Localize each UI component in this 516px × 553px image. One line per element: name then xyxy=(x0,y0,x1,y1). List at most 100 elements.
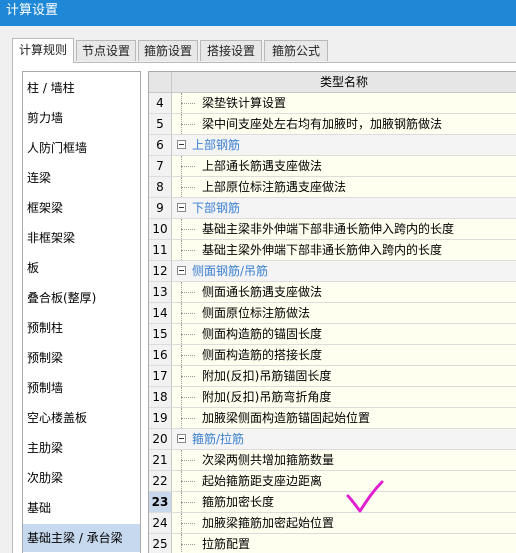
sidebar-item[interactable]: 框架梁 xyxy=(23,194,140,222)
tree-guide-line xyxy=(181,166,195,167)
sidebar-item[interactable]: 次肋梁 xyxy=(23,464,140,492)
collapse-toggle-icon[interactable] xyxy=(177,140,186,149)
tree-guide-line xyxy=(181,502,195,503)
table-row[interactable]: 25 拉筋配置 xyxy=(149,534,516,553)
table-row[interactable]: 23 箍筋加密长度 xyxy=(149,492,516,513)
type-name-cell[interactable]: 基础主梁非外伸端下部非通长筋伸入跨内的长度 xyxy=(172,219,516,239)
type-name-cell[interactable]: 附加(反扣)吊筋锚固长度 xyxy=(172,366,516,386)
row-number: 10 xyxy=(149,219,172,239)
row-number: 24 xyxy=(149,513,172,533)
table-row[interactable]: 24 加腋梁箍筋加密起始位置 xyxy=(149,513,516,534)
setting-label: 箍筋加密长度 xyxy=(202,495,275,509)
type-name-cell[interactable]: 拉筋配置 xyxy=(172,534,516,553)
setting-label: 加腋梁箍筋加密起始位置 xyxy=(202,516,335,530)
collapse-toggle-icon[interactable] xyxy=(177,266,186,275)
tree-guide-line xyxy=(181,187,195,188)
sidebar-item[interactable]: 人防门框墙 xyxy=(23,134,140,162)
type-name-cell[interactable]: 侧面构造筋的搭接长度 xyxy=(172,345,516,365)
type-name-cell[interactable]: 次梁两侧共增加箍筋数量 xyxy=(172,450,516,470)
type-name-cell[interactable]: 侧面原位标注筋做法 xyxy=(172,303,516,323)
table-row[interactable]: 21 次梁两侧共增加箍筋数量 xyxy=(149,450,516,471)
sidebar-item[interactable]: 预制梁 xyxy=(23,344,140,372)
table-row[interactable]: 7 上部通长筋遇支座做法 xyxy=(149,156,516,177)
tree-guide-line xyxy=(181,397,195,398)
group-row[interactable]: 6 上部钢筋 xyxy=(149,135,516,156)
row-number: 16 xyxy=(149,345,172,365)
type-name-cell[interactable]: 上部原位标注筋遇支座做法 xyxy=(172,177,516,197)
table-row[interactable]: 8 上部原位标注筋遇支座做法 xyxy=(149,177,516,198)
tree-guide-line xyxy=(181,292,195,293)
table-row[interactable]: 16 侧面构造筋的搭接长度 xyxy=(149,345,516,366)
collapse-toggle-icon[interactable] xyxy=(177,434,186,443)
type-name-cell[interactable]: 上部通长筋遇支座做法 xyxy=(172,156,516,176)
table-row[interactable]: 10 基础主梁非外伸端下部非通长筋伸入跨内的长度 xyxy=(149,219,516,240)
type-name-cell[interactable]: 加腋梁箍筋加密起始位置 xyxy=(172,513,516,533)
table-row[interactable]: 14 侧面原位标注筋做法 xyxy=(149,303,516,324)
column-header-type-name[interactable]: 类型名称 xyxy=(171,72,516,92)
table-row[interactable]: 22 起始箍筋距支座边距离 xyxy=(149,471,516,492)
sidebar-item[interactable]: 预制墙 xyxy=(23,374,140,402)
sidebar-item[interactable]: 板 xyxy=(23,254,140,282)
row-number: 15 xyxy=(149,324,172,344)
setting-label: 侧面构造筋的搭接长度 xyxy=(202,348,323,362)
tree-guide-line xyxy=(181,250,195,251)
type-name-cell[interactable]: 基础主梁外伸端下部非通长筋伸入跨内的长度 xyxy=(172,240,516,260)
type-name-cell[interactable]: 梁中间支座处左右均有加腋时，加腋钢筋做法 xyxy=(172,114,516,134)
settings-grid: 类型名称 4 梁垫铁计算设置 5 梁中间支座处左右均有加腋时，加腋钢筋做法 6 上部钢筋 7… xyxy=(148,71,516,553)
table-row[interactable]: 5 梁中间支座处左右均有加腋时，加腋钢筋做法 xyxy=(149,114,516,135)
type-name-cell[interactable]: 箍筋/拉筋 xyxy=(172,429,516,449)
type-name-cell[interactable]: 箍筋加密长度 xyxy=(172,492,516,512)
tree-guide-line xyxy=(181,103,195,104)
type-name-cell[interactable]: 起始箍筋距支座边距离 xyxy=(172,471,516,491)
table-row[interactable]: 17 附加(反扣)吊筋锚固长度 xyxy=(149,366,516,387)
sidebar-item[interactable]: 基础 xyxy=(23,494,140,522)
type-name-cell[interactable]: 侧面通长筋遇支座做法 xyxy=(172,282,516,302)
type-name-cell[interactable]: 上部钢筋 xyxy=(172,135,516,155)
table-row[interactable]: 19 加腋梁侧面构造筋锚固起始位置 xyxy=(149,408,516,429)
setting-label: 侧面原位标注筋做法 xyxy=(202,306,311,320)
sidebar-item[interactable]: 连梁 xyxy=(23,164,140,192)
row-number: 11 xyxy=(149,240,172,260)
tab-calc-rules[interactable]: 计算规则 xyxy=(12,38,74,63)
type-name-cell[interactable]: 梁垫铁计算设置 xyxy=(172,93,516,113)
group-row[interactable]: 20 箍筋/拉筋 xyxy=(149,429,516,450)
row-number: 18 xyxy=(149,387,172,407)
sidebar-item[interactable]: 柱 / 墙柱 xyxy=(23,74,140,102)
type-name-cell[interactable]: 侧面钢筋/吊筋 xyxy=(172,261,516,281)
row-number: 13 xyxy=(149,282,172,302)
sidebar-item[interactable]: 基础主梁 / 承台梁 xyxy=(23,524,140,552)
row-number: 21 xyxy=(149,450,172,470)
group-row[interactable]: 9 下部钢筋 xyxy=(149,198,516,219)
tree-guide-line xyxy=(181,229,195,230)
sidebar-item[interactable]: 叠合板(整厚) xyxy=(23,284,140,312)
table-row[interactable]: 4 梁垫铁计算设置 xyxy=(149,93,516,114)
table-row[interactable]: 13 侧面通长筋遇支座做法 xyxy=(149,282,516,303)
group-row[interactable]: 12 侧面钢筋/吊筋 xyxy=(149,261,516,282)
sidebar-item[interactable]: 主肋梁 xyxy=(23,434,140,462)
sidebar-item[interactable]: 非框架梁 xyxy=(23,224,140,252)
row-number: 7 xyxy=(149,156,172,176)
setting-label: 上部原位标注筋遇支座做法 xyxy=(202,180,347,194)
sidebar-item[interactable]: 剪力墙 xyxy=(23,104,140,132)
tree-guide-line xyxy=(181,460,195,461)
table-row[interactable]: 18 附加(反扣)吊筋弯折角度 xyxy=(149,387,516,408)
type-name-cell[interactable]: 侧面构造筋的锚固长度 xyxy=(172,324,516,344)
tab-stirrup-settings[interactable]: 箍筋设置 xyxy=(138,40,198,61)
component-type-list[interactable]: 柱 / 墙柱 剪力墙 人防门框墙 连梁 框架梁 非框架梁板叠合板(整厚) 预制柱 预制梁 预制墙… xyxy=(22,71,141,553)
collapse-toggle-icon[interactable] xyxy=(177,203,186,212)
tree-guide-line xyxy=(181,418,195,419)
row-number: 23 xyxy=(149,492,172,512)
type-name-cell[interactable]: 加腋梁侧面构造筋锚固起始位置 xyxy=(172,408,516,428)
table-row[interactable]: 15 侧面构造筋的锚固长度 xyxy=(149,324,516,345)
tab-stirrup-formula[interactable]: 箍筋公式 xyxy=(264,40,328,61)
tab-lap-settings[interactable]: 搭接设置 xyxy=(200,40,262,61)
sidebar-item[interactable]: 预制柱 xyxy=(23,314,140,342)
sidebar-item[interactable]: 空心楼盖板 xyxy=(23,404,140,432)
group-label: 侧面钢筋/吊筋 xyxy=(192,264,269,278)
type-name-cell[interactable]: 下部钢筋 xyxy=(172,198,516,218)
tab-node-settings[interactable]: 节点设置 xyxy=(76,40,136,61)
table-row[interactable]: 11 基础主梁外伸端下部非通长筋伸入跨内的长度 xyxy=(149,240,516,261)
tree-guide-line xyxy=(181,355,195,356)
type-name-cell[interactable]: 附加(反扣)吊筋弯折角度 xyxy=(172,387,516,407)
row-number: 8 xyxy=(149,177,172,197)
